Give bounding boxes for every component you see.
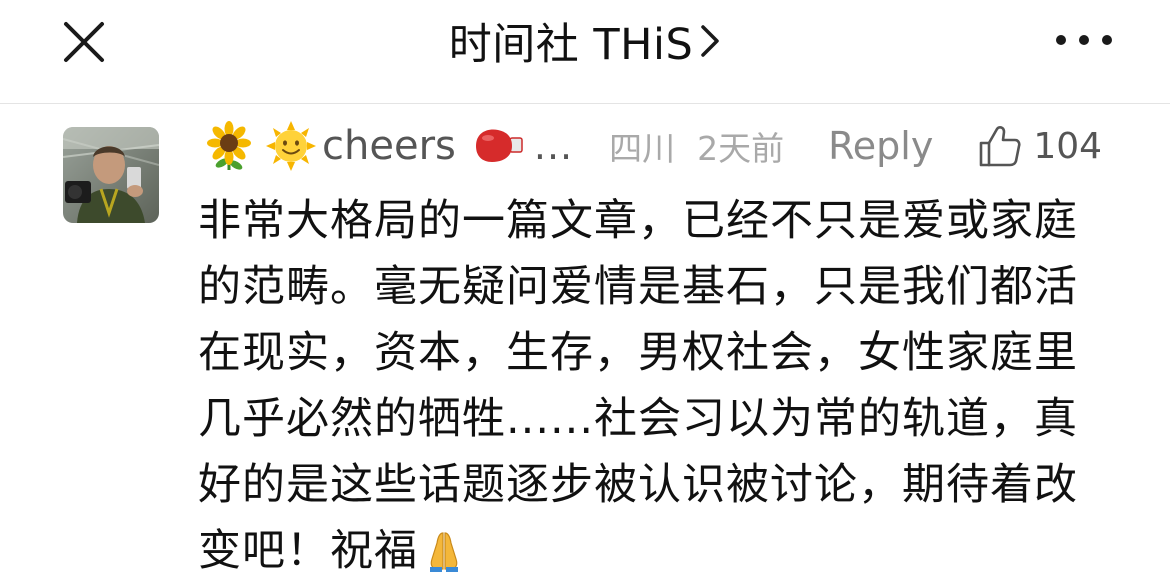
comment-text: 非常大格局的一篇文章，已经不只是爱或家庭的范畴。毫无疑问爱情是基石，只是我们都活… xyxy=(198,188,1108,584)
thumbs-up-icon xyxy=(980,126,1021,167)
comment-meta: cheers ... 四川 2天前 Reply 104 xyxy=(204,116,1124,176)
username[interactable]: cheers ... xyxy=(204,121,573,171)
top-bar: 时间社 THiS xyxy=(0,0,1170,104)
more-horizontal-icon xyxy=(1102,35,1112,45)
like-count: 104 xyxy=(1033,125,1103,167)
username-ellipsis: ... xyxy=(533,124,574,168)
sun-with-face-icon xyxy=(266,121,316,171)
more-horizontal-icon xyxy=(1079,35,1089,45)
comment-location: 四川 xyxy=(609,129,676,168)
like-button[interactable]: 104 xyxy=(977,123,1102,169)
boxing-glove-icon xyxy=(475,129,523,162)
account-title-button[interactable]: 时间社 THiS xyxy=(0,10,1170,72)
page-title: 时间社 THiS xyxy=(448,20,694,70)
folded-hands-icon xyxy=(430,532,458,572)
more-horizontal-icon xyxy=(1056,35,1066,45)
sunflower-icon xyxy=(207,121,251,170)
comment-time: 2天前 xyxy=(697,129,785,168)
user-avatar[interactable] xyxy=(63,127,159,223)
reply-button[interactable]: Reply xyxy=(828,124,933,168)
comment-text-content: 非常大格局的一篇文章，已经不只是爱或家庭的范畴。毫无疑问爱情是基石，只是我们都活… xyxy=(198,196,1079,576)
username-text: cheers xyxy=(322,123,456,169)
more-options-button[interactable] xyxy=(1056,26,1112,54)
chevron-right-icon xyxy=(699,23,721,59)
